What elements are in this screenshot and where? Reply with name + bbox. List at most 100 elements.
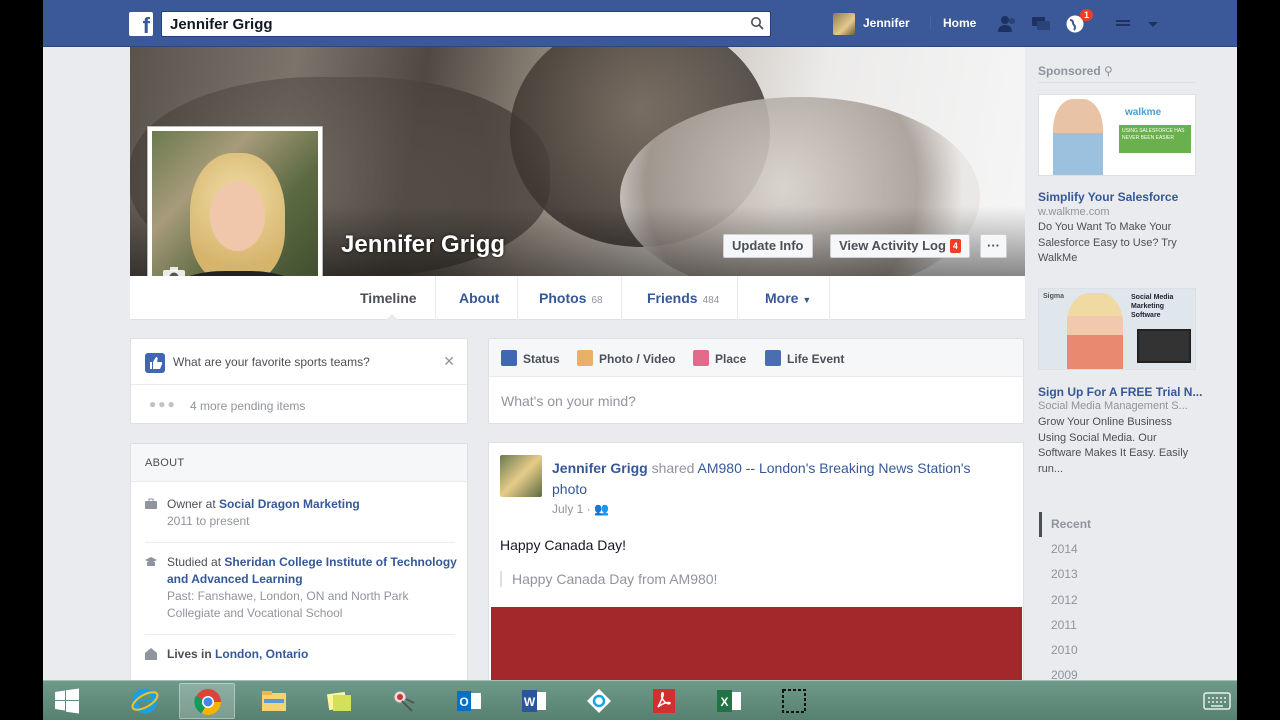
lives-prefix: Lives in [167,647,212,661]
thumbs-up-icon [145,353,165,373]
composer-tab-place[interactable]: Place [693,350,746,366]
active-tab-caret [386,314,398,320]
composer-tab-life-event[interactable]: Life Event [765,350,844,366]
post-author-avatar[interactable] [500,455,542,497]
ad-banner-text: Social Media Marketing Software [1131,294,1174,319]
about-heading[interactable]: ABOUT [131,444,467,482]
pencil-icon [501,350,517,366]
post-object-link[interactable]: photo [552,481,587,497]
close-icon[interactable]: ✕ [443,353,455,370]
post-action: shared [651,460,695,476]
create-ad-icon[interactable]: ⚲ [1104,64,1113,78]
ad-brand-logo: walkme [1125,107,1162,118]
taskbar-file-explorer[interactable] [246,683,302,719]
work-prefix: Owner at [167,497,216,511]
tab-about[interactable]: About [441,276,519,320]
outlook-icon: O [457,691,481,711]
taskbar-chrome[interactable] [179,683,235,719]
ad-body[interactable]: Grow Your Online Business Using Social M… [1038,415,1203,477]
more-options-button[interactable]: ··· [980,234,1007,258]
home-link[interactable]: Home [930,16,976,30]
privacy-shortcuts-icon[interactable] [1113,14,1133,34]
update-info-button[interactable]: Update Info [723,234,813,258]
ad-title[interactable]: Sign Up For A FREE Trial N... [1038,385,1203,399]
audience-icon[interactable]: 👥 [594,502,609,516]
pending-question[interactable]: What are your favorite sports teams? [173,355,370,369]
tab-label: More [765,290,799,306]
taskbar-word[interactable]: W [506,683,562,719]
svg-text:O: O [459,695,468,709]
tab-label: About [459,290,500,306]
year-link-recent[interactable]: Recent [1039,512,1119,538]
work-place-link[interactable]: Social Dragon Marketing [219,497,360,511]
tab-more[interactable]: More ▼ [747,276,831,320]
tab-photos[interactable]: Photos 68 [521,276,622,320]
post-text: Happy Canada Day! [500,537,627,553]
composer-tab-label: Status [523,352,560,366]
windows-taskbar: O W X [43,680,1237,720]
ad-domain[interactable]: Social Media Management S... [1038,400,1203,412]
tab-label: Photos [539,290,587,306]
search-input[interactable]: Jennifer Grigg [161,11,771,37]
profile-photo [152,131,318,297]
taskbar-ie[interactable] [117,683,173,719]
ad-laptop [1137,329,1191,363]
about-card: ABOUT Owner at Social Dragon Marketing 20… [130,443,468,683]
year-link[interactable]: 2010 [1039,638,1119,663]
taskbar-outlook[interactable]: O [441,683,497,719]
lives-place-link[interactable]: London, Ontario [215,647,308,661]
post-date-text: July 1 [552,502,584,516]
status-input[interactable]: What's on your mind? [501,393,636,409]
taskbar-screen-capture[interactable] [766,683,822,719]
post-author-link[interactable]: Jennifer Grigg [552,460,648,476]
folder-icon [262,691,286,711]
composer-card: Status Photo / Video Place Life Event Wh… [488,338,1024,424]
chrome-icon [194,689,222,716]
work-years: 2011 to present [167,514,250,528]
ad-domain[interactable]: w.walkme.com [1038,206,1203,218]
briefcase-icon [145,498,157,509]
user-avatar[interactable] [833,13,855,35]
taskbar-sticky-notes[interactable] [311,683,367,719]
pending-items-card: What are your favorite sports teams? ✕ ●… [130,338,468,424]
post-source-link[interactable]: AM980 -- London's Breaking News Station'… [698,460,971,476]
ad-person [1053,99,1103,175]
ad-brand-logo: Sigma [1043,293,1065,300]
notification-badge: 1 [1080,9,1094,21]
facebook-logo[interactable]: f [129,12,153,36]
post-date[interactable]: July 1 · 👥 [552,502,609,516]
excel-icon: X [717,690,741,712]
taskbar-excel[interactable]: X [701,683,757,719]
divider [145,542,455,543]
sticky-notes-icon [326,691,351,711]
ie-app-icon [587,689,611,713]
search-icon[interactable] [750,16,764,30]
messages-icon[interactable] [1031,14,1051,34]
year-link[interactable]: 2014 [1039,537,1119,562]
view-activity-log-button[interactable]: View Activity Log 4 [830,234,970,258]
windows-start-icon[interactable] [53,687,81,715]
composer-tab-status[interactable]: Status [501,350,560,366]
ellipsis-icon: ●●● [149,397,177,411]
profile-name[interactable]: Jennifer Grigg [341,231,505,259]
pending-more-link[interactable]: 4 more pending items [190,399,305,413]
ad-image[interactable]: Sigma Social Media Marketing Software [1038,288,1196,370]
ad-body[interactable]: Do You Want To Make Your Salesforce Easy… [1038,220,1203,267]
screen-capture-icon [782,689,806,713]
ad-image[interactable]: walkme USING SALESFORCE HAS NEVER BEEN E… [1038,94,1196,176]
taskbar-ie-app[interactable] [571,683,627,719]
taskbar-acrobat[interactable] [636,683,692,719]
keyboard-icon[interactable] [1203,691,1231,711]
edu-prefix: Studied at [167,555,222,569]
composer-tab-photo[interactable]: Photo / Video [577,350,675,366]
year-link[interactable]: 2013 [1039,562,1119,587]
taskbar-snipping-tool[interactable] [376,683,432,719]
ad-title[interactable]: Simplify Your Salesforce [1038,190,1203,204]
friend-requests-icon[interactable] [997,14,1017,34]
settings-dropdown-icon[interactable] [1143,14,1163,34]
year-link[interactable]: 2012 [1039,588,1119,613]
divider [1038,82,1196,83]
year-link[interactable]: 2011 [1039,613,1119,638]
tab-friends[interactable]: Friends 484 [629,276,739,320]
profile-link[interactable]: Jennifer [863,16,910,30]
